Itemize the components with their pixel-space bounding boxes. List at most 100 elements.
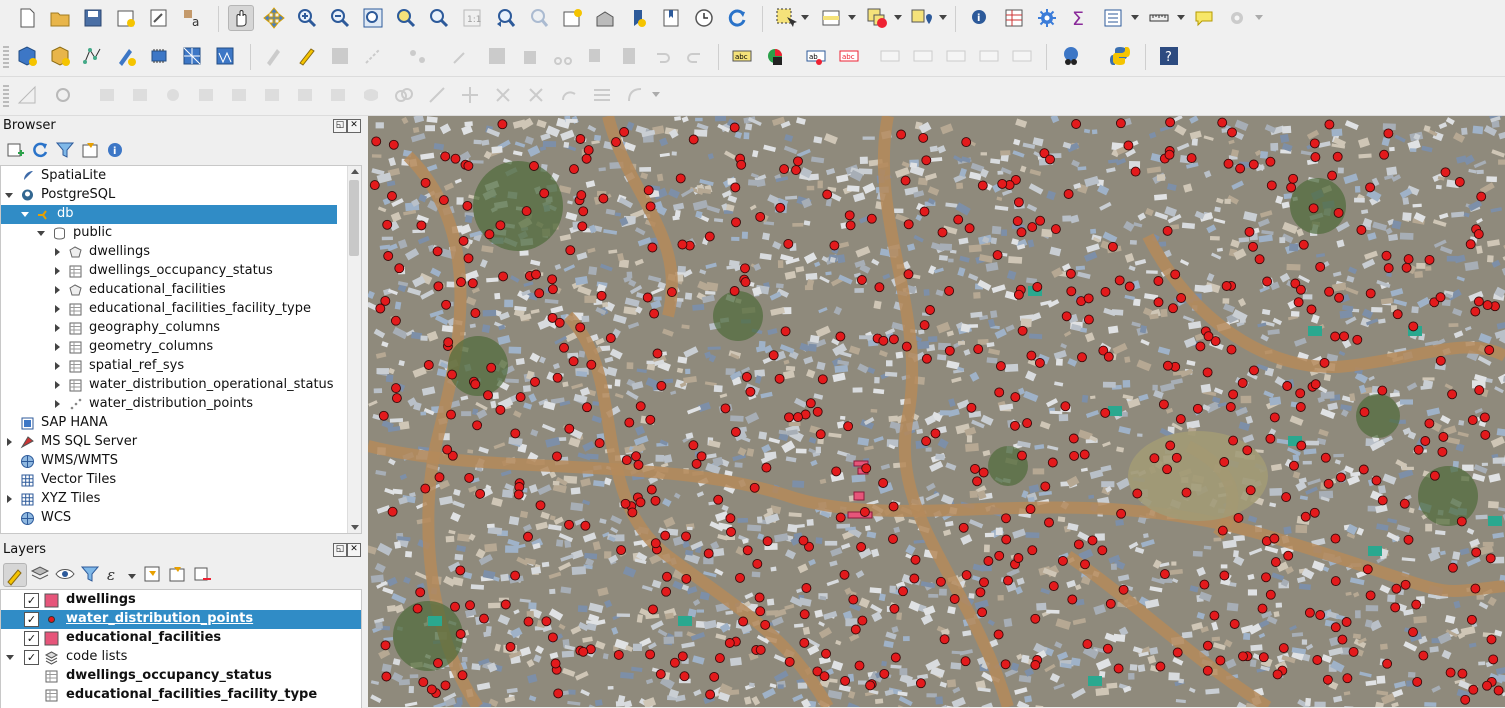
save-edits-icon[interactable]: [327, 43, 353, 69]
modify-attributes-icon[interactable]: [484, 43, 510, 69]
layer-item-educational-facilities[interactable]: ✓educational_facilities: [1, 629, 361, 648]
copy-icon[interactable]: [583, 43, 609, 69]
measure-icon[interactable]: [1146, 5, 1172, 31]
new-shapefile-icon[interactable]: [80, 43, 106, 69]
browser-item-postgresql[interactable]: PostgreSQL: [1, 186, 337, 205]
open-project-icon[interactable]: [47, 5, 73, 31]
layer-item-water-distribution-points[interactable]: ✓water_distribution_points: [1, 610, 361, 629]
new-scratch-layer-icon[interactable]: [113, 43, 139, 69]
paste-icon[interactable]: [616, 43, 642, 69]
delete-ring-icon[interactable]: [160, 82, 186, 108]
offset-point-symbols-icon[interactable]: [457, 82, 483, 108]
expand-arrow-right-icon[interactable]: [55, 324, 60, 332]
new-project-icon[interactable]: [14, 5, 40, 31]
layer-item-educational-facilities-facility-type[interactable]: educational_facilities_facility_type: [1, 686, 361, 705]
diagram-icon[interactable]: [762, 43, 788, 69]
statistical-summary-icon[interactable]: Σ: [1067, 5, 1093, 31]
browser-item-educational-facilities[interactable]: educational_facilities: [1, 281, 337, 300]
map-tips-icon[interactable]: [1191, 5, 1217, 31]
zoom-last-icon[interactable]: [492, 5, 518, 31]
zoom-native-icon[interactable]: 1:1: [459, 5, 485, 31]
delete-selected-icon[interactable]: [517, 43, 543, 69]
move-label-icon[interactable]: [910, 43, 936, 69]
deselect-all-icon[interactable]: [864, 5, 890, 31]
open-field-calculator-icon[interactable]: [1100, 5, 1126, 31]
browser-item-spatial-ref-sys[interactable]: spatial_ref_sys: [1, 357, 337, 376]
label-properties-icon[interactable]: [1009, 43, 1035, 69]
expand-arrow-right-icon[interactable]: [55, 286, 60, 294]
add-ring-icon[interactable]: [50, 82, 76, 108]
layer-item-dwellings[interactable]: ✓dwellings: [1, 591, 361, 610]
browser-item-water-distribution-operational-status[interactable]: water_distribution_operational_status: [1, 376, 337, 395]
expand-arrow-right-icon[interactable]: [55, 305, 60, 313]
browser-scrollbar[interactable]: [347, 166, 361, 533]
add-part-icon[interactable]: [94, 82, 120, 108]
digitize-icon[interactable]: [360, 43, 386, 69]
expand-arrow-right-icon[interactable]: [55, 381, 60, 389]
browser-item-wms-wmts[interactable]: WMS/WMTS: [1, 452, 337, 471]
highlight-labels-icon[interactable]: abc: [836, 43, 862, 69]
collapse-all-icon[interactable]: [79, 139, 101, 161]
manage-visibility-icon[interactable]: [54, 563, 76, 585]
layer-visibility-checkbox[interactable]: ✓: [24, 593, 39, 608]
browser-item-geometry-columns[interactable]: geometry_columns: [1, 338, 337, 357]
style-manager-icon[interactable]: a: [179, 5, 205, 31]
browser-item-public[interactable]: public: [1, 224, 337, 243]
select-by-attribute-icon[interactable]: [818, 5, 844, 31]
undo-icon[interactable]: [649, 43, 675, 69]
new-spatial-bookmark-icon[interactable]: [625, 5, 651, 31]
reshape-icon[interactable]: [226, 82, 252, 108]
vertex-tool-icon[interactable]: [405, 43, 431, 69]
browser-item-educational-facilities-facility-type[interactable]: educational_facilities_facility_type: [1, 300, 337, 319]
offset-curve-icon[interactable]: [259, 82, 285, 108]
collapse-all-layers-icon[interactable]: [166, 563, 188, 585]
select-features-icon[interactable]: [773, 5, 799, 31]
refresh-icon[interactable]: [724, 5, 750, 31]
filter-expression-icon[interactable]: ε: [104, 563, 126, 585]
expand-all-icon[interactable]: [141, 563, 163, 585]
browser-item-ms-sql-server[interactable]: MS SQL Server: [1, 433, 337, 452]
label-tool-icon[interactable]: abc: [729, 43, 755, 69]
redo-icon[interactable]: [682, 43, 708, 69]
browser-item-dwellings[interactable]: dwellings: [1, 243, 337, 262]
zoom-to-selection-icon[interactable]: [393, 5, 419, 31]
properties-icon[interactable]: i: [104, 139, 126, 161]
layout-manager-icon[interactable]: [146, 5, 172, 31]
style-panel-icon[interactable]: [3, 563, 27, 587]
layer-visibility-checkbox[interactable]: ✓: [24, 631, 39, 646]
new-bookmark-icon[interactable]: [559, 5, 585, 31]
expand-arrow-right-icon[interactable]: [55, 400, 60, 408]
add-group-icon[interactable]: [29, 563, 51, 585]
expand-arrow-down-icon[interactable]: [37, 231, 45, 236]
zoom-to-layer-icon[interactable]: [426, 5, 452, 31]
expand-arrow-right-icon[interactable]: [55, 362, 60, 370]
save-project-icon[interactable]: [80, 5, 106, 31]
help-icon[interactable]: ?: [1156, 43, 1182, 69]
fill-ring-icon[interactable]: [127, 82, 153, 108]
simplify-icon[interactable]: [523, 82, 549, 108]
zoom-out-icon[interactable]: [327, 5, 353, 31]
close-panel-icon[interactable]: ✕: [347, 119, 361, 133]
select-location-icon[interactable]: [908, 5, 934, 31]
float-panel-icon[interactable]: ◱: [333, 543, 347, 557]
browser-item-water-distribution-points[interactable]: water_distribution_points: [1, 395, 337, 414]
browser-item-spatialite[interactable]: SpatiaLite: [1, 167, 337, 186]
map-canvas[interactable]: [368, 116, 1505, 707]
show-hide-labels-icon[interactable]: [877, 43, 903, 69]
filter-legend-icon[interactable]: [79, 563, 101, 585]
filter-browser-icon[interactable]: [54, 139, 76, 161]
data-source-manager-icon[interactable]: [14, 43, 40, 69]
identify-icon[interactable]: i: [967, 5, 993, 31]
refresh-browser-icon[interactable]: [29, 139, 51, 161]
browser-item-dwellings-occupancy-status[interactable]: dwellings_occupancy_status: [1, 262, 337, 281]
browser-item-vector-tiles[interactable]: Vector Tiles: [1, 471, 337, 490]
pan-map-icon[interactable]: [228, 5, 254, 31]
browser-item-db[interactable]: db: [1, 205, 337, 224]
expand-arrow-down-icon[interactable]: [6, 655, 14, 660]
show-bookmarks-icon[interactable]: [592, 5, 618, 31]
trim-extend-icon[interactable]: [490, 82, 516, 108]
rotate-features-icon[interactable]: [556, 82, 582, 108]
pin-labels-icon[interactable]: ab: [803, 43, 829, 69]
zoom-full-icon[interactable]: [360, 5, 386, 31]
float-panel-icon[interactable]: ◱: [333, 119, 347, 133]
